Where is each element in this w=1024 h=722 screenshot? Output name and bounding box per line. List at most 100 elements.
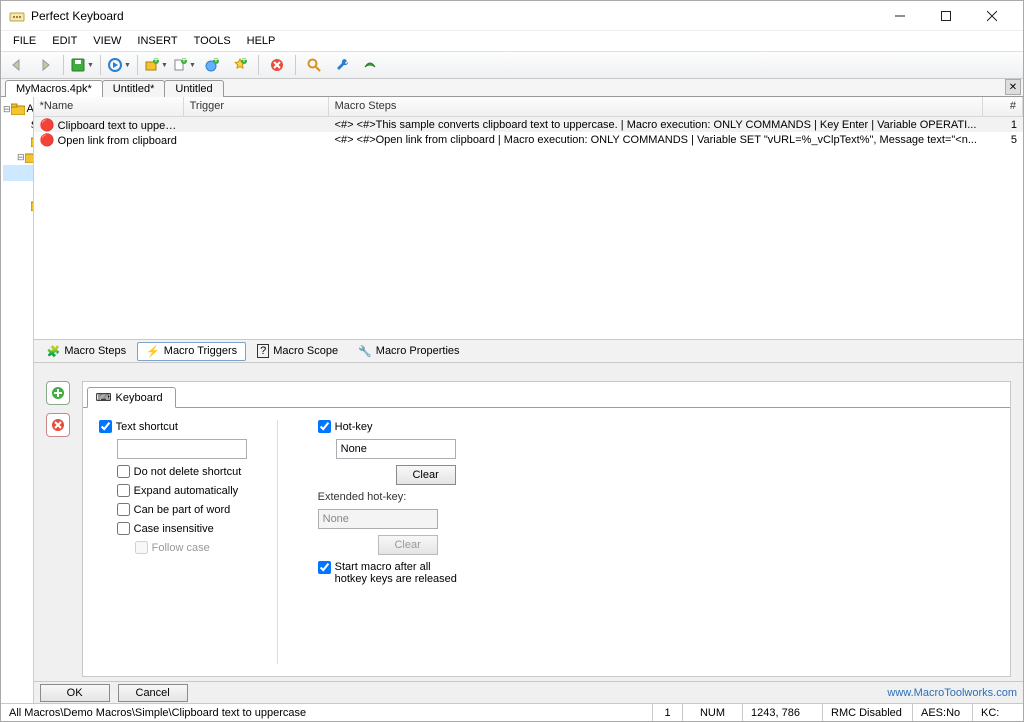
tree-label: All Macros: [27, 103, 34, 115]
col-name[interactable]: *Name: [34, 97, 184, 116]
cell-num: 1: [983, 119, 1023, 131]
status-num: NUM: [683, 704, 743, 721]
new-group-button[interactable]: +▼: [144, 53, 168, 77]
editor-bottom-bar: OK Cancel www.MacroToolworks.com: [34, 681, 1023, 703]
status-coords: 1243, 786: [743, 704, 823, 721]
follow-case-checkbox: [135, 541, 148, 554]
start-after-release-checkbox[interactable]: [318, 561, 331, 574]
remove-trigger-button[interactable]: [46, 413, 70, 437]
run-button[interactable]: ▼: [107, 53, 131, 77]
window-title: Perfect Keyboard: [31, 9, 124, 23]
status-rmc: RMC Disabled: [823, 704, 913, 721]
extended-hotkey-input: [318, 509, 438, 529]
menu-tools[interactable]: TOOLS: [186, 33, 239, 49]
macro-icon: 🔴: [40, 133, 55, 147]
add-favorite-button[interactable]: +: [228, 53, 252, 77]
menu-file[interactable]: FILE: [5, 33, 44, 49]
tab-macro-triggers[interactable]: ⚡ Macro Triggers: [137, 342, 246, 361]
hotkey-checkbox[interactable]: [318, 420, 331, 433]
cell-name: Open link from clipboard: [58, 135, 177, 147]
delete-button[interactable]: [265, 53, 289, 77]
cell-name: Clipboard text to uppercase: [58, 120, 184, 132]
tab-label: Macro Scope: [273, 345, 338, 357]
steps-icon: 🧩: [47, 345, 61, 358]
detail-tabs: 🧩Macro Steps ⚡ Macro Triggers ? Macro Scop…: [34, 339, 1023, 363]
props-icon: 🔧: [358, 345, 372, 358]
tab-macro-properties[interactable]: 🔧 Macro Properties: [349, 342, 468, 361]
list-row[interactable]: 🔴 Clipboard text to uppercase <#> <#>Thi…: [34, 117, 1023, 132]
expand-auto-checkbox[interactable]: [117, 484, 130, 497]
label: Text shortcut: [116, 421, 178, 433]
save-button[interactable]: ▼: [70, 53, 94, 77]
forward-button[interactable]: [33, 53, 57, 77]
menu-view[interactable]: VIEW: [85, 33, 129, 49]
svg-text:+: +: [153, 57, 159, 66]
case-insensitive-checkbox[interactable]: [117, 522, 130, 535]
doc-tab-2[interactable]: Untitled: [164, 80, 223, 97]
search-button[interactable]: [302, 53, 326, 77]
tab-label: Macro Properties: [376, 345, 460, 357]
status-path: All Macros\Demo Macros\Simple\Clipboard …: [1, 704, 653, 721]
text-shortcut-checkbox[interactable]: [99, 420, 112, 433]
text-shortcut-group: Text shortcut Do not delete shortcut Exp…: [99, 420, 278, 664]
scope-icon: ?: [257, 344, 269, 358]
folder-icon: [25, 149, 34, 165]
ok-button[interactable]: OK: [40, 684, 110, 702]
cancel-button[interactable]: Cancel: [118, 684, 188, 702]
status-aes: AES:No: [913, 704, 973, 721]
editor-tab-keyboard[interactable]: ⌨ Keyboard: [87, 387, 176, 408]
part-of-word-checkbox[interactable]: [117, 503, 130, 516]
title-bar: Perfect Keyboard: [1, 1, 1023, 31]
add-trigger-button[interactable]: [46, 381, 70, 405]
tree-root[interactable]: ⊟ All Macros: [3, 101, 31, 117]
tree-item-advanced[interactable]: Advanced: [3, 181, 34, 197]
tree-item-simple[interactable]: Simple: [3, 165, 34, 181]
tab-macro-steps[interactable]: 🧩Macro Steps: [38, 342, 135, 361]
minimize-button[interactable]: [877, 1, 923, 31]
tabs-close-button[interactable]: ✕: [1005, 79, 1021, 95]
label: Do not delete shortcut: [134, 466, 242, 478]
macro-tree[interactable]: ⊟ All Macros S Softpedia My Macros ⊟ Dem…: [1, 97, 34, 703]
status-count: 1: [653, 704, 683, 721]
add-global-button[interactable]: +: [200, 53, 224, 77]
keyboard-icon: ⌨: [96, 391, 112, 404]
tree-item-demo[interactable]: ⊟ Demo Macros: [3, 149, 31, 165]
hotkey-clear-button[interactable]: Clear: [396, 465, 456, 485]
help-button[interactable]: [358, 53, 382, 77]
maximize-button[interactable]: [923, 1, 969, 31]
col-steps[interactable]: Macro Steps: [329, 97, 983, 116]
tab-macro-scope[interactable]: ? Macro Scope: [248, 341, 347, 361]
app-icon: [9, 8, 25, 24]
extended-hotkey-label: Extended hot-key:: [318, 491, 458, 503]
tree-item-mymacros[interactable]: My Macros: [3, 133, 31, 149]
dont-delete-checkbox[interactable]: [117, 465, 130, 478]
triggers-icon: ⚡: [146, 345, 160, 358]
tab-label: Keyboard: [116, 392, 163, 404]
folder-icon: [11, 101, 25, 117]
doc-tab-0[interactable]: MyMacros.4pk*: [5, 80, 103, 97]
col-num[interactable]: #: [983, 97, 1023, 116]
col-trigger[interactable]: Trigger: [184, 97, 329, 116]
tab-label: Macro Steps: [64, 345, 126, 357]
cell-num: 5: [983, 134, 1023, 146]
new-macro-button[interactable]: +▼: [172, 53, 196, 77]
menu-help[interactable]: HELP: [239, 33, 284, 49]
close-button[interactable]: [969, 1, 1015, 31]
status-bar: All Macros\Demo Macros\Simple\Clipboard …: [1, 703, 1023, 721]
doc-tab-1[interactable]: Untitled*: [102, 80, 166, 97]
list-row[interactable]: 🔴 Open link from clipboard <#> <#>Open l…: [34, 132, 1023, 147]
text-shortcut-input[interactable]: [117, 439, 247, 459]
menu-bar: FILE EDIT VIEW INSERT TOOLS HELP: [1, 31, 1023, 51]
label: Expand automatically: [134, 485, 239, 497]
website-link[interactable]: www.MacroToolworks.com: [887, 687, 1017, 699]
menu-insert[interactable]: INSERT: [129, 33, 185, 49]
wrench-button[interactable]: [330, 53, 354, 77]
tab-label: Macro Triggers: [164, 345, 237, 357]
macro-list[interactable]: 🔴 Clipboard text to uppercase <#> <#>Thi…: [34, 117, 1023, 339]
tree-item-softpedia[interactable]: S Softpedia: [3, 117, 31, 133]
back-button[interactable]: [5, 53, 29, 77]
menu-edit[interactable]: EDIT: [44, 33, 85, 49]
hotkey-input[interactable]: [336, 439, 456, 459]
list-header: *Name Trigger Macro Steps #: [34, 97, 1023, 117]
tree-item-templates[interactable]: Macro Templates: [3, 197, 31, 213]
